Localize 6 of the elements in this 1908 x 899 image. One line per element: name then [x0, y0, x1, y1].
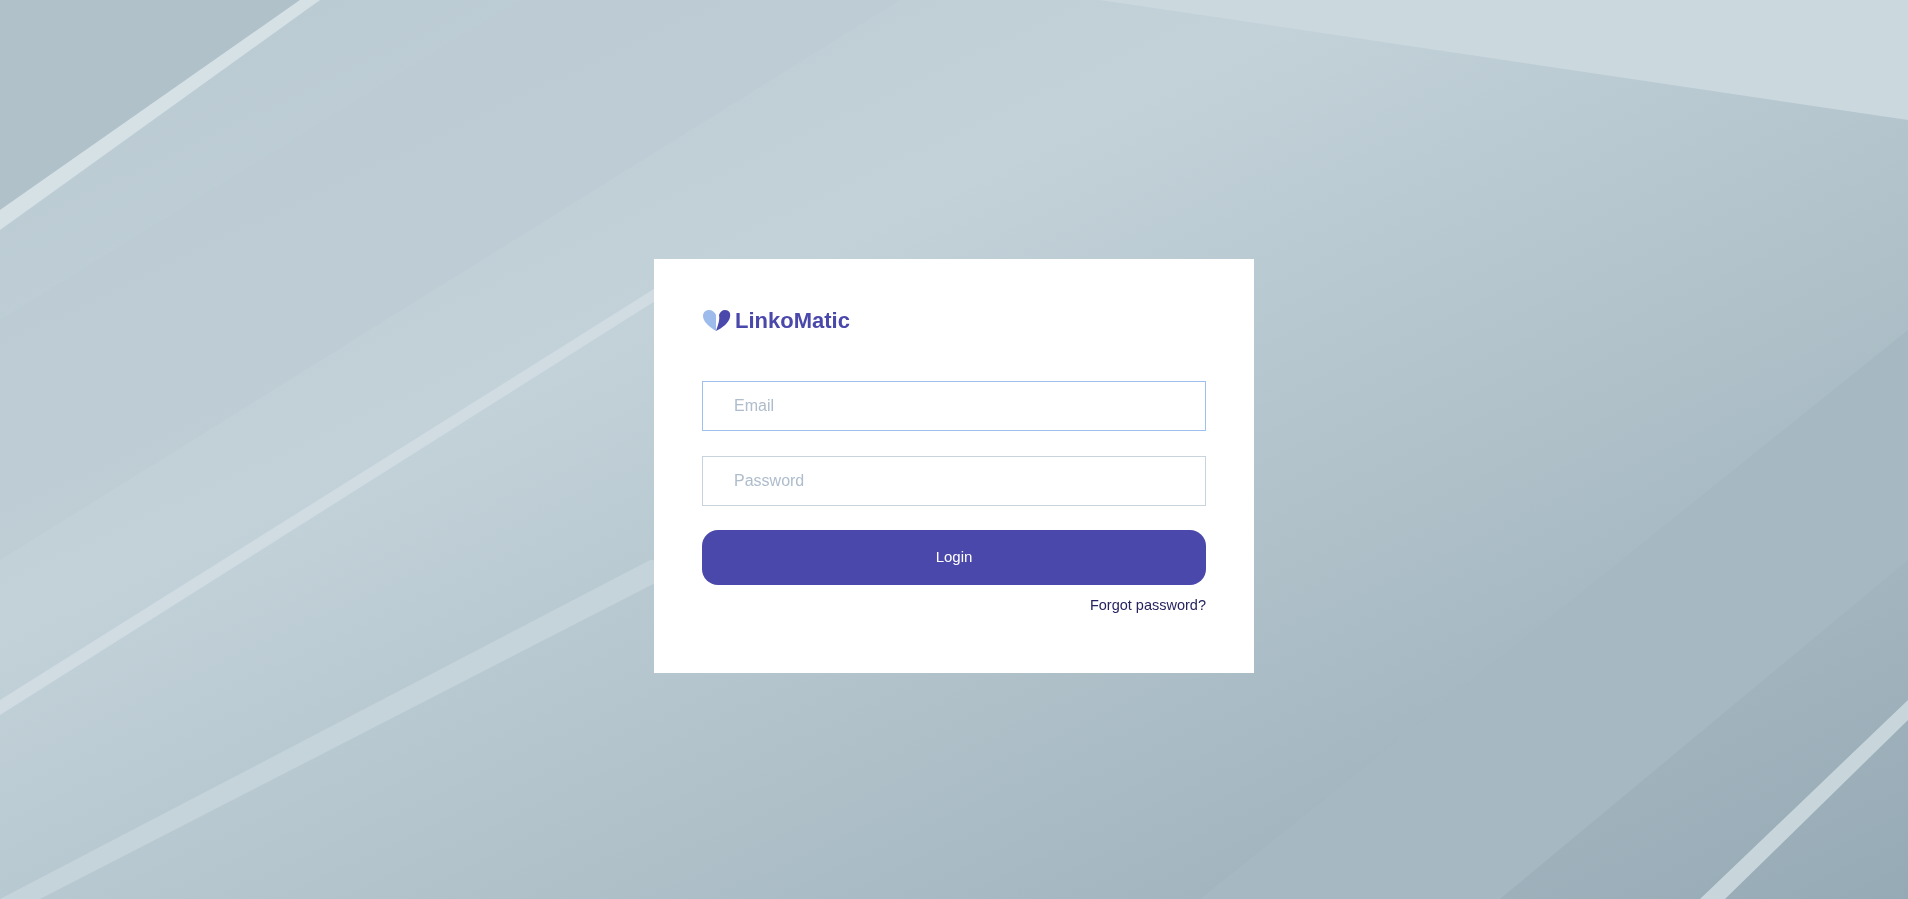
email-field[interactable]: Email	[702, 381, 1206, 431]
login-button[interactable]: Login	[702, 530, 1206, 585]
password-field[interactable]: Password	[702, 456, 1206, 506]
forgot-password-link[interactable]: Forgot password?	[1089, 595, 1206, 617]
heart-logo-icon	[702, 309, 732, 333]
logo-text: LinkoMatic	[735, 310, 850, 332]
